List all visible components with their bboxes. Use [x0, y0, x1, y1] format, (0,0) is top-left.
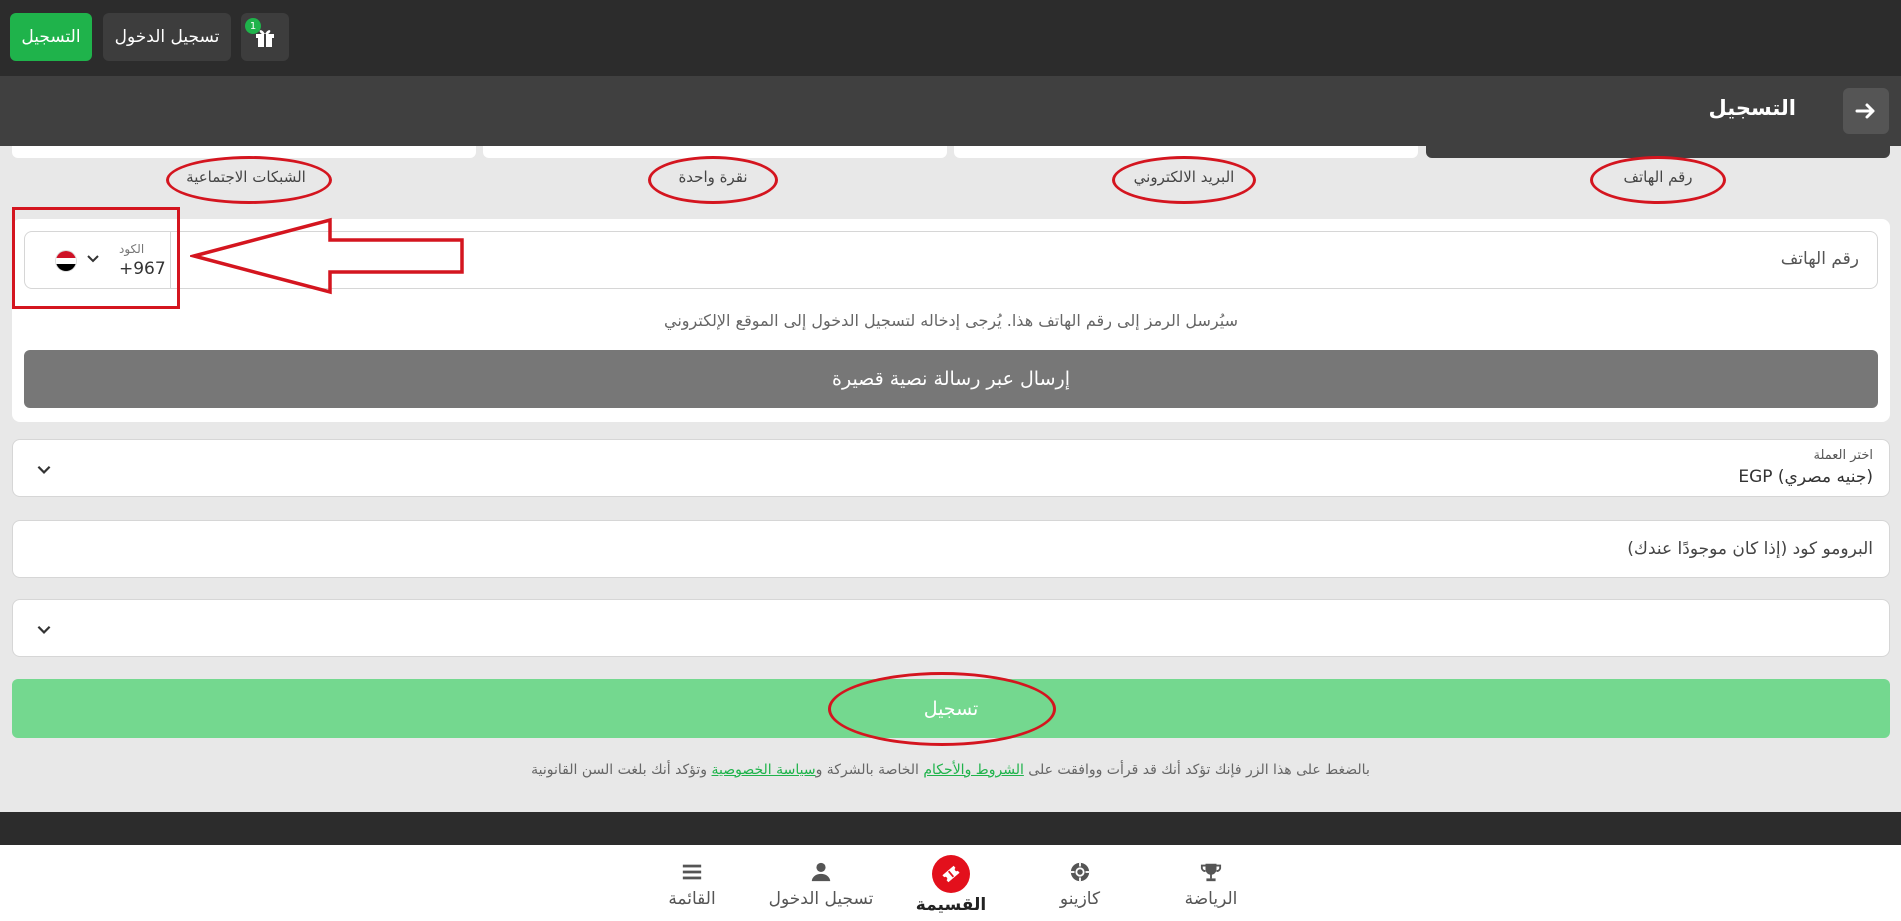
top-header: التسجيل تسجيل الدخول 1: [0, 0, 1901, 76]
currency-select[interactable]: اختر العملة EGP (جنيه مصري): [12, 439, 1890, 497]
promo-code-input[interactable]: البرومو كود (إذا كان موجودًا عندك): [12, 520, 1890, 578]
nav-menu[interactable]: القائمة: [632, 845, 752, 921]
gift-badge: 1: [245, 18, 261, 34]
arrow-right-icon: [1855, 103, 1875, 119]
chevron-down-icon: [37, 625, 51, 634]
nav-casino[interactable]: كازينو: [1020, 845, 1140, 921]
title-bar: التسجيل: [0, 76, 1901, 146]
terms-link[interactable]: الشروط والأحكام: [923, 762, 1023, 778]
bottom-navigation: الرياضة كازينو القسيمة تسجيل الدخول القا…: [0, 845, 1901, 921]
annotation-ellipse-tab-phone: [1590, 156, 1726, 204]
casino-chip-icon: [1070, 862, 1090, 882]
footer-strip: [0, 812, 1901, 845]
user-icon: [811, 862, 831, 882]
currency-label: اختر العملة: [1813, 448, 1873, 463]
back-button[interactable]: [1843, 88, 1889, 134]
nav-menu-label: القائمة: [668, 889, 716, 909]
phone-placeholder: رقم الهاتف: [1780, 249, 1859, 269]
annotation-arrow-icon: [190, 217, 464, 295]
terms-prefix: بالضغط على هذا الزر فإنك تؤكد أنك قد قرأ…: [1023, 762, 1370, 778]
annotation-ellipse-tab-social: [166, 156, 332, 204]
send-sms-button[interactable]: إرسال عبر رسالة نصية قصيرة: [24, 350, 1878, 408]
terms-notice: بالضغط على هذا الزر فإنك تؤكد أنك قد قرأ…: [0, 762, 1901, 778]
login-button[interactable]: تسجيل الدخول: [103, 13, 231, 61]
annotation-ellipse-tab-email: [1112, 156, 1256, 204]
nav-login[interactable]: تسجيل الدخول: [761, 845, 881, 921]
gift-button[interactable]: 1: [241, 13, 289, 61]
coupon-icon: [942, 865, 960, 883]
currency-value: EGP (جنيه مصري): [1738, 467, 1873, 487]
promo-placeholder: البرومو كود (إذا كان موجودًا عندك): [1627, 539, 1873, 559]
annotation-ellipse-tab-oneclick: [648, 156, 778, 204]
trophy-icon: [1200, 863, 1222, 882]
menu-icon: [682, 864, 702, 880]
register-button[interactable]: التسجيل: [10, 13, 92, 61]
nav-sports-label: الرياضة: [1184, 889, 1238, 909]
terms-middle: الخاصة بالشركة و: [815, 762, 924, 778]
nav-login-label: تسجيل الدخول: [768, 889, 874, 909]
privacy-link[interactable]: سياسة الخصوصية: [712, 762, 816, 778]
sms-hint: سيُرسل الرمز إلى رقم الهاتف هذا. يُرجى إ…: [664, 311, 1238, 330]
nav-coupon-label: القسيمة: [915, 895, 987, 915]
annotation-rect-country-code: [12, 207, 180, 309]
annotation-ellipse-submit: [828, 672, 1056, 746]
nav-casino-label: كازينو: [1059, 889, 1101, 909]
chevron-down-icon: [37, 465, 51, 474]
nav-coupon[interactable]: القسيمة: [891, 845, 1011, 921]
bonus-select[interactable]: [12, 599, 1890, 657]
nav-sports[interactable]: الرياضة: [1151, 845, 1271, 921]
page-title: التسجيل: [1708, 96, 1796, 120]
terms-suffix: وتؤكد أنك بلغت السن القانونية: [531, 762, 712, 778]
